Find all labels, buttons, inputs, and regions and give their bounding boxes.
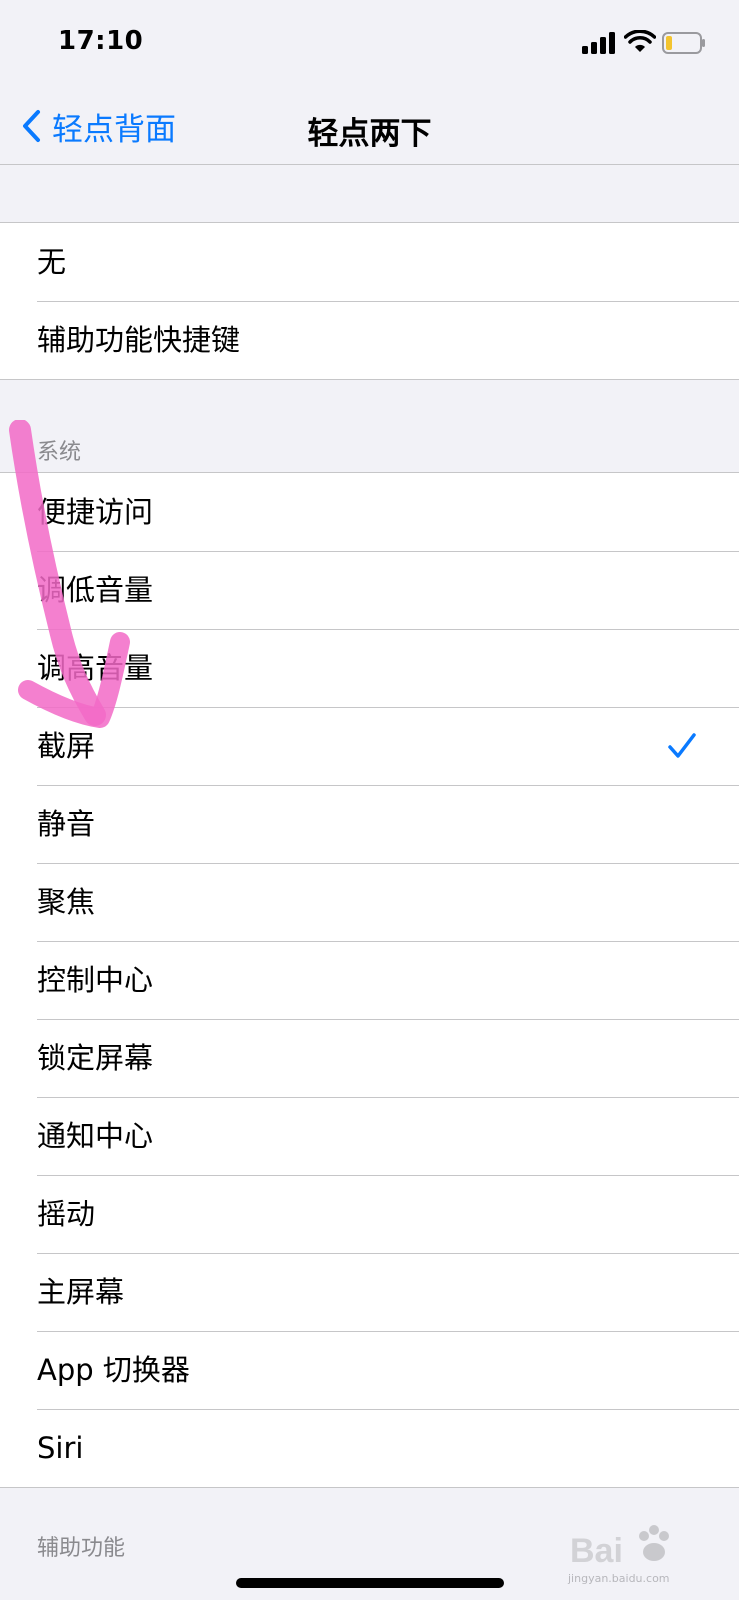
option-label: 控制中心 — [37, 963, 154, 997]
option-label: 主屏幕 — [37, 1275, 125, 1309]
action-option-spotlight[interactable]: 聚焦 — [0, 863, 739, 941]
action-group-top: 无 辅助功能快捷键 — [0, 222, 739, 380]
cellular-signal-icon — [582, 32, 615, 54]
option-label: 无 — [37, 245, 67, 279]
checkmark-icon — [668, 733, 696, 758]
page-title: 轻点两下 — [307, 116, 432, 152]
option-label: 聚焦 — [37, 885, 96, 919]
action-option-accessibility-shortcut[interactable]: 辅助功能快捷键 — [0, 301, 739, 379]
option-label: Siri — [37, 1431, 84, 1465]
action-option-shake[interactable]: 摇动 — [0, 1175, 739, 1253]
action-option-volume-down[interactable]: 调低音量 — [0, 551, 739, 629]
baidu-watermark-logo: Bai — [570, 1525, 669, 1570]
system-actions-list: 便捷访问 调低音量 调高音量 截屏 静音 聚焦 控制中心 锁定屏幕 通知中心 摇… — [0, 472, 739, 1488]
section-header-system: 系统 — [37, 440, 82, 465]
battery-icon — [662, 32, 705, 54]
section-header-accessibility: 辅助功能 — [37, 1536, 126, 1561]
svg-text:Bai: Bai — [570, 1532, 623, 1570]
option-label: 调低音量 — [37, 573, 154, 607]
action-option-notification-center[interactable]: 通知中心 — [0, 1097, 739, 1175]
action-option-control-center[interactable]: 控制中心 — [0, 941, 739, 1019]
watermark-url: jingyan.baidu.com — [568, 1572, 670, 1585]
action-option-volume-up[interactable]: 调高音量 — [0, 629, 739, 707]
action-option-siri[interactable]: Siri — [0, 1409, 739, 1487]
option-label: 锁定屏幕 — [37, 1041, 154, 1075]
action-option-none[interactable]: 无 — [0, 223, 739, 301]
action-option-reachability[interactable]: 便捷访问 — [0, 473, 739, 551]
option-label: 调高音量 — [37, 651, 154, 685]
option-label: 辅助功能快捷键 — [37, 323, 241, 357]
status-time: 17:10 — [58, 26, 144, 56]
wifi-icon — [624, 30, 656, 52]
action-option-app-switcher[interactable]: App 切换器 — [0, 1331, 739, 1409]
action-option-screenshot[interactable]: 截屏 — [0, 707, 739, 785]
option-label: 截屏 — [37, 729, 96, 763]
action-option-home-screen[interactable]: 主屏幕 — [0, 1253, 739, 1331]
option-label: App 切换器 — [37, 1353, 190, 1387]
option-label: 通知中心 — [37, 1119, 154, 1153]
navigation-bar: 轻点背面 轻点两下 — [0, 90, 739, 165]
home-indicator[interactable] — [236, 1578, 504, 1588]
action-option-lock-screen[interactable]: 锁定屏幕 — [0, 1019, 739, 1097]
action-option-mute[interactable]: 静音 — [0, 785, 739, 863]
option-label: 静音 — [37, 807, 96, 841]
status-bar: 17:10 — [0, 0, 739, 90]
option-label: 便捷访问 — [37, 495, 154, 529]
option-label: 摇动 — [37, 1197, 96, 1231]
